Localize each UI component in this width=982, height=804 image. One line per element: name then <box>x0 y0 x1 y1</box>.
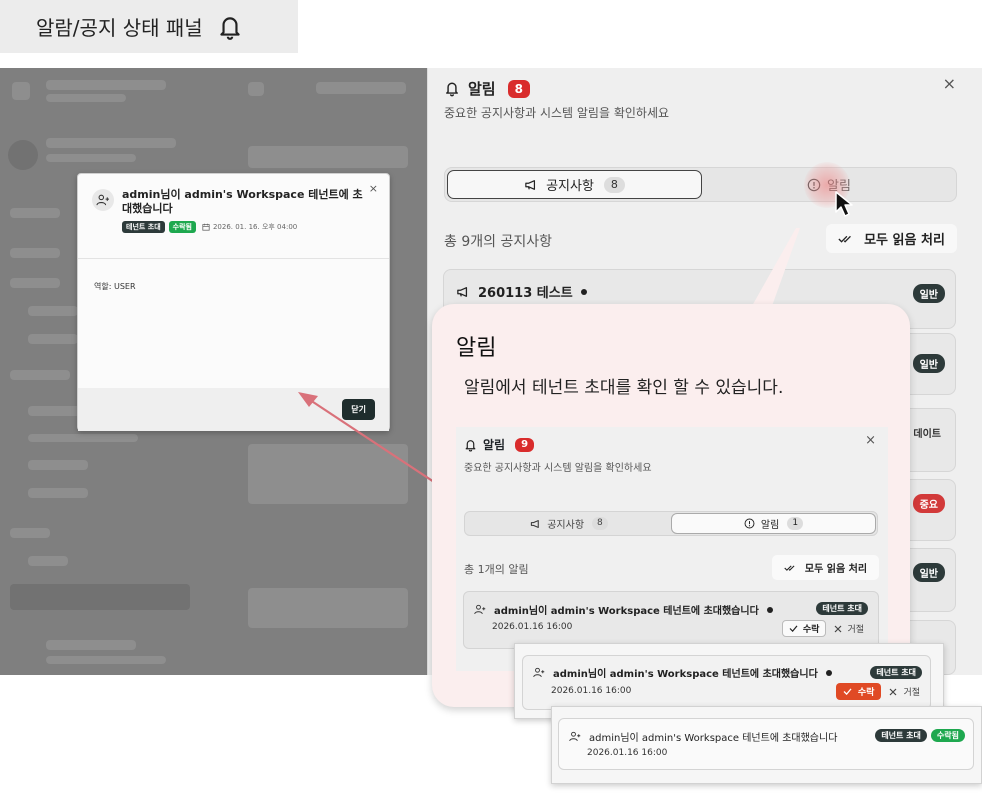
unread-dot <box>825 669 832 676</box>
accepted-title-row: admin님이 admin's Workspace 테넌트에 초대했습니다 <box>569 729 837 744</box>
mini-tabs: 공지사항 8 알림 1 <box>464 511 878 536</box>
user-plus-icon <box>569 731 581 742</box>
mini-badge: 9 <box>515 437 535 452</box>
mini-mark-all-read-button[interactable]: 모두 읽음 처리 <box>772 555 879 580</box>
pending-title: admin님이 admin's Workspace 테넌트에 초대했습니다 <box>553 669 818 680</box>
mini-subtitle: 중요한 공지사항과 시스템 알림을 확인하세요 <box>464 463 652 474</box>
mini-item-title: admin님이 admin's Workspace 테넌트에 초대했습니다 <box>494 606 759 617</box>
x-icon <box>835 625 842 632</box>
x-icon <box>890 688 897 695</box>
mini-item-title-row: admin님이 admin's Workspace 테넌트에 초대했습니다 <box>474 602 773 617</box>
accepted-invite-item[interactable]: admin님이 admin's Workspace 테넌트에 초대했습니다 20… <box>558 718 974 770</box>
reject-button[interactable]: 거절 <box>889 685 920 698</box>
pending-date: 2026.01.16 16:00 <box>551 686 632 696</box>
mini-item-tag: 테넌트 초대 <box>816 602 868 615</box>
mini-accept-label: 수락 <box>802 625 820 635</box>
user-plus-icon <box>474 604 486 615</box>
reject-label: 거절 <box>903 688 920 698</box>
callout-title: 알림 <box>456 336 497 361</box>
check-icon <box>843 688 852 695</box>
check-icon <box>789 625 798 632</box>
megaphone-icon <box>531 519 539 528</box>
mini-item-date: 2026.01.16 16:00 <box>492 622 573 632</box>
mini-total: 총 1개의 알림 <box>464 563 529 576</box>
accepted-tags: 테넌트 초대 수락됨 <box>875 729 965 742</box>
mini-tab-notices[interactable]: 공지사항 8 <box>467 514 671 533</box>
mini-tab-alerts-label: 알림 <box>760 520 780 531</box>
mini-close-button[interactable]: × <box>865 433 876 448</box>
mini-reject-button[interactable]: 거절 <box>834 622 864 635</box>
mini-reject-label: 거절 <box>847 625 864 635</box>
unread-dot <box>766 606 773 613</box>
pending-invite-item[interactable]: admin님이 admin's Workspace 테넌트에 초대했습니다 20… <box>522 655 931 710</box>
double-check-icon <box>784 564 795 571</box>
alert-circle-icon <box>744 518 755 529</box>
pending-tag: 테넌트 초대 <box>870 666 922 679</box>
mini-tab-alerts[interactable]: 알림 1 <box>671 513 876 534</box>
mini-header: 알림 9 <box>464 436 535 453</box>
mini-title: 알림 <box>483 438 506 452</box>
bell-icon <box>465 439 476 452</box>
user-plus-icon <box>533 667 545 678</box>
accepted-title: admin님이 admin's Workspace 테넌트에 초대했습니다 <box>589 733 838 744</box>
mini-tab-notices-label: 공지사항 <box>547 520 585 531</box>
accepted-status: 수락됨 <box>930 729 965 742</box>
mini-tab-notices-count: 8 <box>592 517 608 530</box>
accept-button[interactable]: 수락 <box>835 683 882 700</box>
accepted-tag: 테넌트 초대 <box>875 729 927 742</box>
pending-title-row: admin님이 admin's Workspace 테넌트에 초대했습니다 <box>533 665 832 680</box>
mini-item-actions: 수락 거절 <box>781 620 864 637</box>
zoom-accepted-invite: admin님이 admin's Workspace 테넌트에 초대했습니다 20… <box>551 706 982 784</box>
accepted-date: 2026.01.16 16:00 <box>587 748 668 758</box>
pending-actions: 수락 거절 <box>835 683 920 700</box>
accept-label: 수락 <box>857 688 875 698</box>
mini-mark-all-label: 모두 읽음 처리 <box>804 564 868 575</box>
mini-tab-alerts-count: 1 <box>787 517 804 530</box>
callout-description: 알림에서 테넌트 초대를 확인 할 수 있습니다. <box>464 378 784 398</box>
mini-panel: 알림 9 × 중요한 공지사항과 시스템 알림을 확인하세요 공지사항 8 알림… <box>456 427 888 671</box>
mini-accept-button[interactable]: 수락 <box>781 620 827 637</box>
mini-alert-item[interactable]: admin님이 admin's Workspace 테넌트에 초대했습니다 20… <box>463 591 879 649</box>
